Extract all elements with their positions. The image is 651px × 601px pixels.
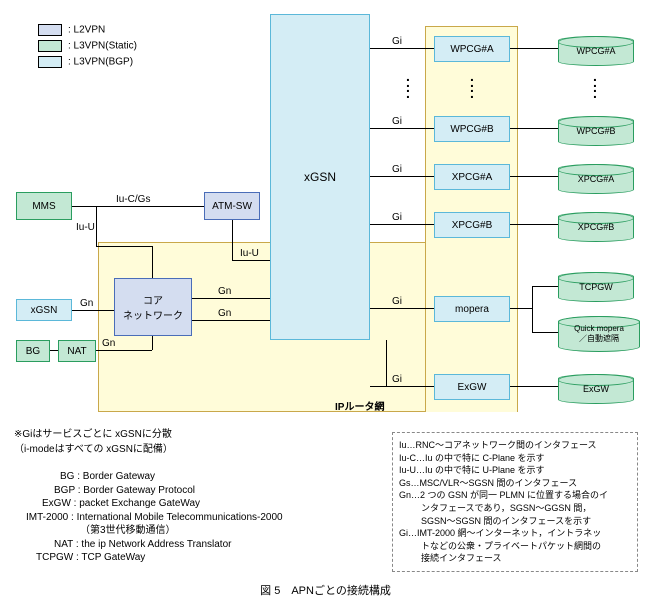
conn-line — [232, 220, 233, 260]
conn-line — [370, 128, 434, 129]
legend-l3vpn-s: : L3VPN(Static) — [68, 41, 137, 52]
node-xgsn-big: xGSN — [270, 14, 370, 340]
conn-line — [370, 176, 434, 177]
cyl-wpcga: WPCG#A — [558, 36, 634, 66]
conn-gn4: Gn — [218, 308, 231, 319]
legend-l3vpn-b: : L3VPN(BGP) — [68, 57, 133, 68]
node-wpcgb: WPCG#B — [434, 116, 510, 142]
conn-line — [386, 340, 387, 386]
conn-gi4: Gi — [392, 212, 402, 223]
cyl-xpcgb: XPCG#B — [558, 212, 634, 242]
conn-iuu2: Iu-U — [240, 248, 259, 259]
conn-line — [510, 308, 532, 309]
node-bg: BG — [16, 340, 50, 362]
conn-gi2: Gi — [392, 116, 402, 127]
conn-line — [532, 332, 558, 333]
cyl-exgw: ExGW — [558, 374, 634, 404]
conn-line — [370, 48, 434, 49]
conn-gi3: Gi — [392, 164, 402, 175]
figure-caption: 図 5 APNごとの接続構成 — [0, 582, 651, 598]
conn-line — [232, 260, 270, 261]
node-atm-sw: ATM-SW — [204, 192, 260, 220]
conn-line — [370, 308, 434, 309]
conn-gn2: Gn — [102, 338, 115, 349]
cyl-tcpgw: TCPGW — [558, 272, 634, 302]
conn-line — [152, 336, 153, 350]
node-mms: MMS — [16, 192, 72, 220]
node-mopera: mopera — [434, 296, 510, 322]
conn-line — [510, 224, 558, 225]
legend: : L2VPN : L3VPN(Static) : L3VPN(BGP) — [38, 24, 137, 68]
conn-gn3: Gn — [218, 286, 231, 297]
node-xpcgb: XPCG#B — [434, 212, 510, 238]
glossary-left: BG : Border Gateway BGP : Border Gateway… — [14, 470, 374, 565]
conn-line — [510, 128, 558, 129]
cyl-xpcga: XPCG#A — [558, 164, 634, 194]
node-xpcga: XPCG#A — [434, 164, 510, 190]
conn-line — [510, 386, 558, 387]
conn-gi1: Gi — [392, 36, 402, 47]
conn-line — [50, 350, 58, 351]
conn-iuu1: Iu-U — [76, 222, 95, 233]
ip-router-label: IPルータ網 — [335, 398, 384, 413]
conn-gi5: Gi — [392, 296, 402, 307]
conn-line — [96, 246, 152, 247]
conn-iucgs: Iu-C/Gs — [116, 194, 150, 205]
gi-note: ※Giはサービスごとに xGSNに分散 （i-modeはすべての xGSNに配備… — [14, 425, 173, 455]
node-exgw: ExGW — [434, 374, 510, 400]
conn-line — [532, 286, 558, 287]
dots-icon: .... — [593, 74, 597, 96]
cyl-wpcgb: WPCG#B — [558, 116, 634, 146]
conn-gi6: Gi — [392, 374, 402, 385]
conn-line — [370, 224, 434, 225]
conn-line — [72, 206, 204, 207]
conn-line — [532, 286, 533, 332]
dots-icon: .... — [406, 74, 410, 96]
conn-gn1: Gn — [80, 298, 93, 309]
conn-line — [510, 176, 558, 177]
conn-line — [152, 246, 153, 278]
conn-line — [192, 320, 270, 321]
conn-line — [510, 48, 558, 49]
cyl-quick: Quick mopera ／自動遮隔 — [558, 316, 640, 352]
node-nat: NAT — [58, 340, 96, 362]
node-xgsn-left: xGSN — [16, 299, 72, 321]
glossary-right: Iu…RNC～コアネットワーク間のインタフェース Iu-C…Iu の中で特に C… — [392, 432, 638, 572]
node-core: コア ネットワーク — [114, 278, 192, 336]
conn-line — [370, 386, 434, 387]
conn-line — [192, 298, 270, 299]
legend-l2vpn: : L2VPN — [68, 25, 105, 36]
conn-line — [96, 206, 97, 246]
node-wpcga: WPCG#A — [434, 36, 510, 62]
dots-icon: .... — [470, 74, 474, 96]
conn-line — [96, 350, 152, 351]
conn-line — [72, 310, 114, 311]
